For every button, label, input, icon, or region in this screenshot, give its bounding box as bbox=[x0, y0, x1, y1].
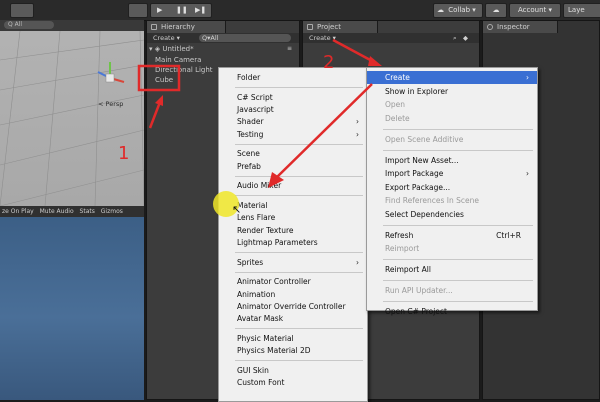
annotation-step-2: 2 bbox=[323, 52, 335, 73]
annotation-layer bbox=[137, 38, 382, 188]
arrow-3-head bbox=[268, 172, 284, 188]
arrow-1-head bbox=[155, 95, 163, 106]
arrow-3 bbox=[275, 83, 373, 179]
annotation-step-1: 1 bbox=[118, 143, 130, 164]
highlight-box-cube bbox=[137, 64, 181, 92]
arrow-2 bbox=[332, 38, 375, 64]
arrow-1 bbox=[148, 101, 162, 129]
arrow-2-head bbox=[368, 56, 382, 66]
